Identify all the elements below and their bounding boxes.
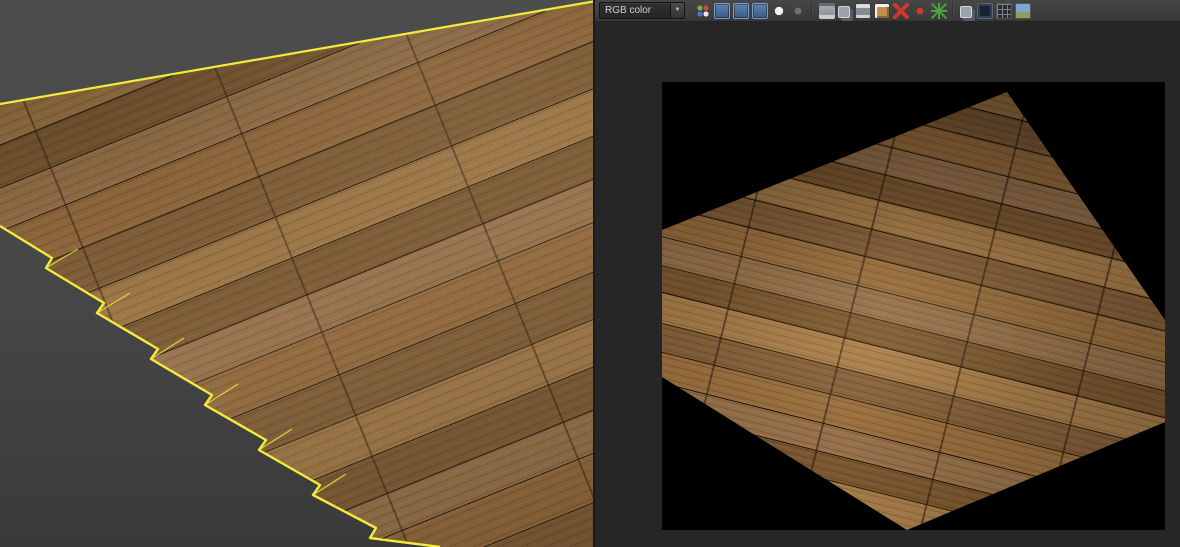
snapshot-icon[interactable]: [931, 3, 947, 19]
rendered-frame-window: RGB color ▼: [593, 0, 1180, 547]
copy-image-icon[interactable]: [874, 3, 890, 19]
3d-application-window: RGB color ▼: [0, 0, 1180, 547]
wood-floor-object[interactable]: [0, 0, 593, 547]
monitor-icon[interactable]: [977, 3, 993, 19]
channels-clover-icon[interactable]: [695, 3, 711, 19]
rendered-floor-image: [662, 82, 1165, 530]
channel-display-value: RGB color: [600, 5, 670, 16]
image-preview-icon[interactable]: [1015, 3, 1031, 19]
grid-icon[interactable]: [996, 3, 1012, 19]
save-image-icon[interactable]: [819, 3, 835, 19]
separator: [811, 3, 813, 19]
clear-image-icon[interactable]: [893, 3, 909, 19]
monochrome-icon[interactable]: [771, 3, 787, 19]
red-channel-icon[interactable]: [714, 3, 730, 19]
chevron-down-icon: ▼: [670, 3, 684, 18]
toolbar-icons: [693, 3, 1032, 19]
green-channel-icon[interactable]: [733, 3, 749, 19]
color-swatch-icon[interactable]: [912, 3, 928, 19]
clone-window-icon[interactable]: [838, 6, 850, 18]
compare-windows-icon[interactable]: [960, 6, 972, 18]
render-window-toolbar: RGB color ▼: [595, 0, 1180, 22]
alpha-channel-icon[interactable]: [790, 3, 806, 19]
perspective-viewport[interactable]: [0, 0, 593, 547]
separator: [952, 3, 954, 19]
print-image-icon[interactable]: [855, 3, 871, 19]
blue-channel-icon[interactable]: [752, 3, 768, 19]
render-canvas: [662, 82, 1165, 530]
channel-display-dropdown[interactable]: RGB color ▼: [599, 2, 685, 19]
